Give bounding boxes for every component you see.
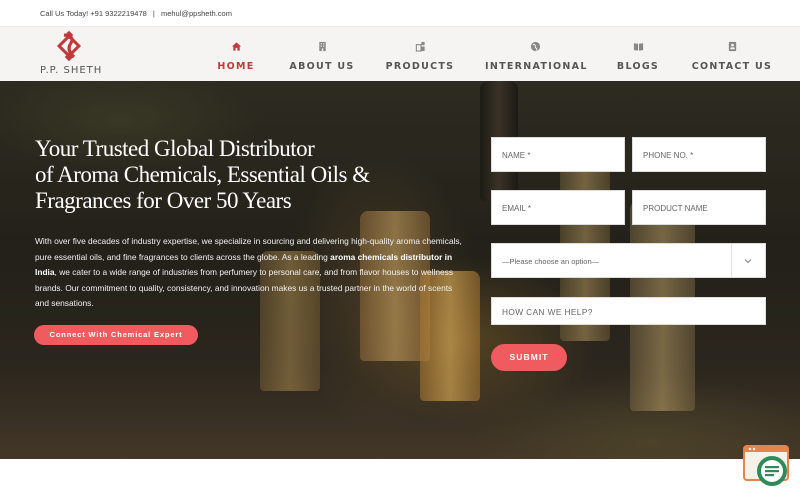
chat-support-icon (743, 445, 789, 486)
nav-about[interactable]: ABOUT US (272, 41, 372, 74)
top-contact-info: Call Us Today! +91 9322219478 | mehul@pp… (40, 9, 236, 18)
site-header: P.P. SHETH HOME ABOUT US PRODUCTS INTERN… (0, 27, 800, 81)
hero-text-part: , we cater to a wide range of industries… (35, 267, 454, 309)
book-icon (633, 43, 643, 51)
top-bar: Call Us Today! +91 9322219478 | mehul@pp… (0, 0, 800, 27)
products-icon (415, 41, 425, 52)
hero-title-line: of Aroma Chemicals, Essential Oils & (35, 162, 370, 187)
nav-about-label: ABOUT US (289, 61, 355, 72)
select-divider (731, 244, 732, 277)
logo-mark-icon (56, 30, 82, 62)
message-field[interactable]: HOW CAN WE HELP? (491, 297, 766, 325)
nav-blogs[interactable]: BLOGS (588, 41, 688, 74)
option-select[interactable]: —Please choose an option— (491, 243, 766, 278)
hero-title: Your Trusted Global Distributor of Aroma… (35, 136, 415, 214)
nav-international-label: INTERNATIONAL (485, 61, 588, 72)
globe-icon (530, 41, 540, 52)
hero-title-line: Fragrances for Over 50 Years (35, 188, 292, 213)
connect-expert-button[interactable]: Connect With Chemical Expert (34, 325, 198, 345)
submit-button[interactable]: SUBMIT (491, 344, 567, 371)
chevron-down-icon (744, 259, 752, 264)
home-icon (231, 42, 241, 51)
hero-description: With over five decades of industry exper… (35, 234, 465, 312)
top-phone[interactable]: Call Us Today! +91 9322219478 (40, 9, 147, 18)
chat-widget[interactable] (742, 445, 792, 489)
phone-field[interactable]: PHONE NO. * (632, 137, 766, 172)
nav-contact[interactable]: CONTACT US (682, 41, 782, 74)
logo-text: P.P. SHETH (40, 65, 103, 76)
building-icon (318, 41, 326, 52)
option-select-value: —Please choose an option— (502, 257, 600, 266)
site-logo[interactable]: P.P. SHETH (38, 30, 108, 78)
top-separator: | (152, 9, 155, 18)
hero-title-line: Your Trusted Global Distributor (35, 136, 315, 161)
nav-international[interactable]: INTERNATIONAL (485, 41, 588, 74)
nav-contact-label: CONTACT US (691, 61, 773, 72)
name-field[interactable]: NAME * (491, 137, 625, 172)
contact-card-icon (728, 41, 736, 52)
nav-products-label: PRODUCTS (385, 61, 455, 72)
nav-products[interactable]: PRODUCTS (370, 41, 470, 74)
email-field[interactable]: EMAIL * (491, 190, 625, 225)
product-name-field[interactable]: PRODUCT NAME (632, 190, 766, 225)
nav-blogs-label: BLOGS (616, 61, 660, 72)
top-email[interactable]: mehul@ppsheth.com (161, 9, 232, 18)
nav-home[interactable]: HOME (186, 41, 286, 74)
nav-home-label: HOME (217, 61, 255, 72)
